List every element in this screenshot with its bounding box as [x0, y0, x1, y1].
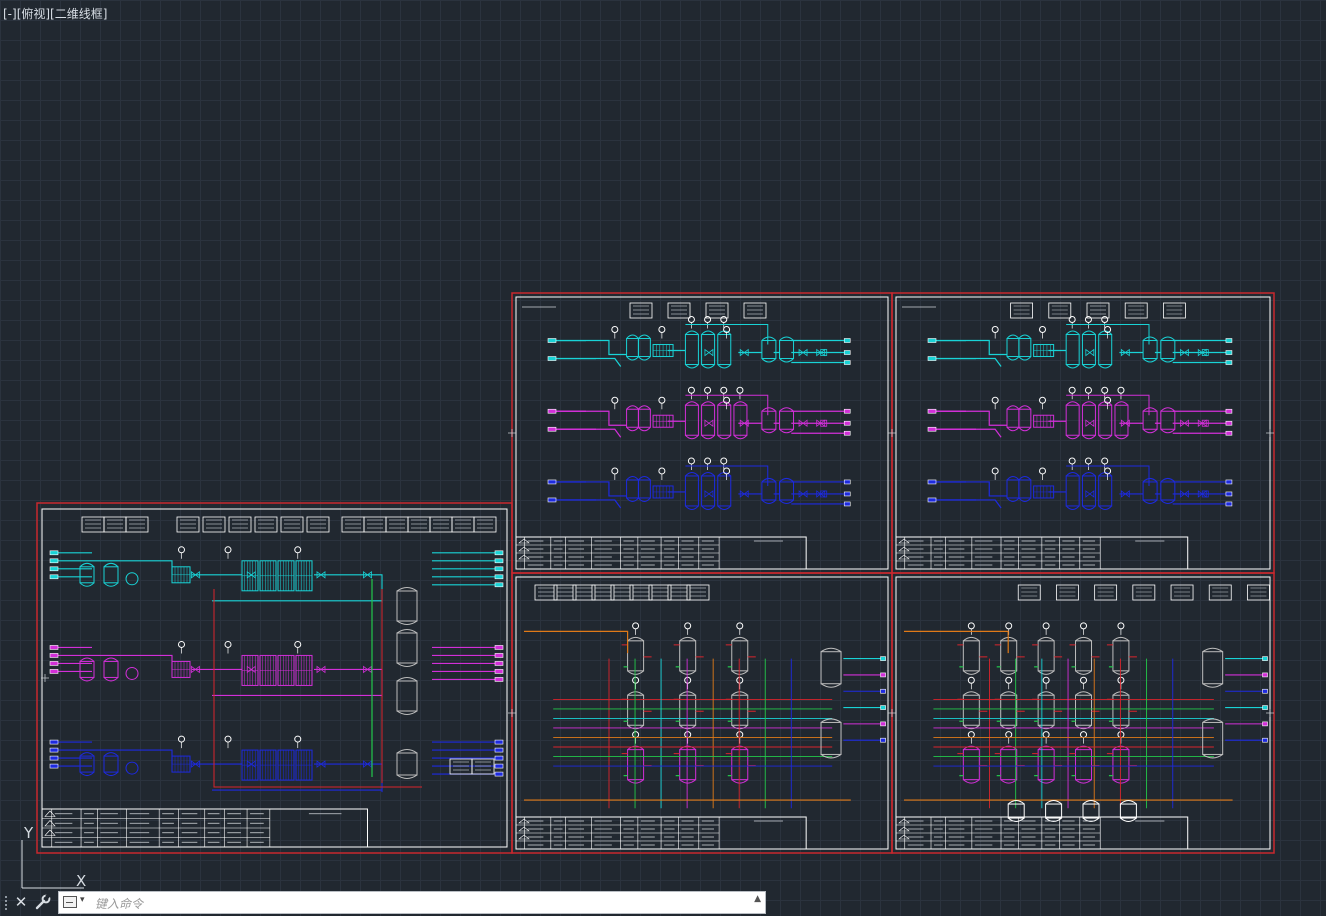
sheet-top-right: [891, 292, 1275, 574]
sheet-bottom-right: [891, 572, 1275, 854]
ucs-x-label: X: [76, 872, 86, 890]
command-line-grip-handle[interactable]: [4, 895, 8, 911]
sheet-top-middle: [511, 292, 893, 574]
viewport-controls-label[interactable]: [-][俯视][二维线框]: [3, 5, 107, 22]
drawing-area[interactable]: [0, 0, 1326, 916]
recent-commands-dropdown-icon[interactable]: ▾: [80, 895, 85, 905]
sheet-bottom-middle: [511, 572, 893, 854]
ucs-y-label: Y: [23, 824, 34, 842]
model-space-canvas[interactable]: [0, 0, 1326, 916]
customize-wrench-icon[interactable]: [34, 893, 52, 911]
command-input[interactable]: ▾ 键入命令 ▲: [58, 891, 766, 914]
command-line-close-icon[interactable]: ✕: [12, 892, 30, 912]
ucs-icon: Y X: [14, 822, 94, 892]
command-input-placeholder: 键入命令: [95, 897, 144, 911]
command-prompt-icon[interactable]: [63, 896, 77, 908]
command-line-bar: ✕ ▾ 键入命令 ▲: [0, 889, 770, 916]
command-history-up-icon[interactable]: ▲: [754, 894, 761, 904]
sheet-left: [36, 502, 513, 854]
